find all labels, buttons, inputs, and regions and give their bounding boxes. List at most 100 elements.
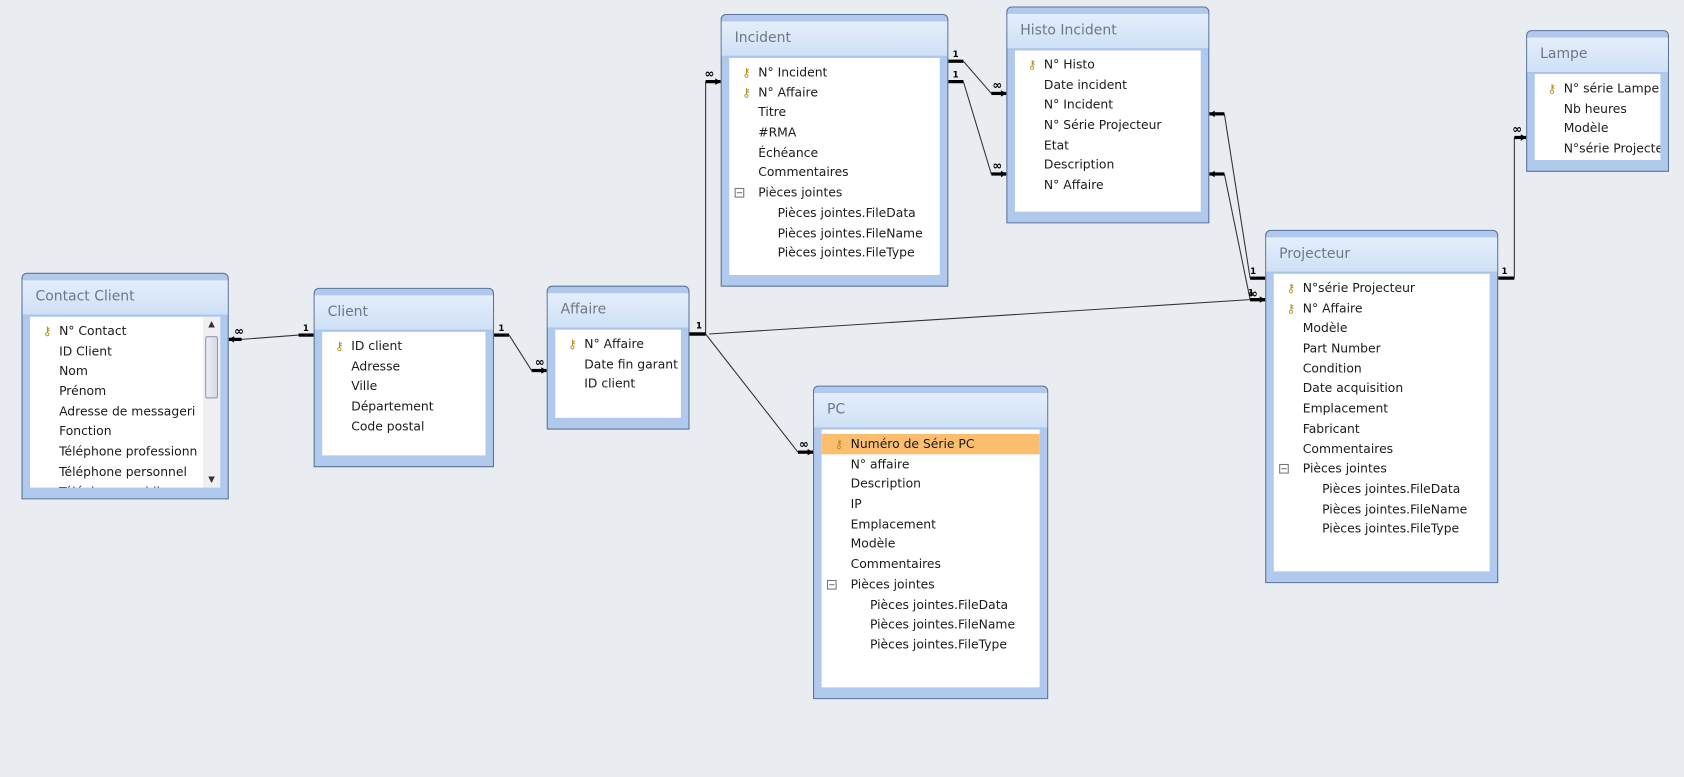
field-item[interactable]: Pièces jointes.FileType <box>1274 519 1490 539</box>
field-name: N°série Projecteur <box>1563 140 1661 156</box>
field-name: N° série Lampe <box>1563 80 1660 96</box>
field-item[interactable]: Prénom <box>30 381 220 401</box>
vertical-scrollbar[interactable]: ▲ ▼ <box>202 316 221 488</box>
field-name: Département <box>351 398 434 414</box>
table-pc[interactable]: PC ⚷ Numéro de Série PC N° affaire Descripti… <box>813 385 1049 700</box>
field-item[interactable]: Ville <box>322 376 485 396</box>
field-name: N° Série Projecteur <box>1043 117 1162 133</box>
field-item[interactable]: ⚷ N° Affaire <box>1274 298 1490 318</box>
cardinality-one-label: 1 <box>1501 267 1507 277</box>
field-item[interactable]: Commentaires <box>822 554 1040 574</box>
table-histo[interactable]: Histo Incident ⚷ N° Histo Date incident N° I… <box>1006 6 1210 224</box>
field-item[interactable]: Département <box>322 396 485 416</box>
table-affaire[interactable]: Affaire ⚷ N° Affaire Date fin garant ID clie… <box>546 285 690 430</box>
field-item[interactable]: Code postal <box>322 416 485 436</box>
field-item[interactable]: ⚷ N° Incident <box>729 62 940 82</box>
field-item[interactable]: Pièces jointes.FileName <box>1274 499 1490 519</box>
table-title[interactable]: Client <box>314 295 493 331</box>
field-item[interactable]: Pièces jointes.FileData <box>1274 479 1490 499</box>
field-item[interactable]: Modèle <box>1274 318 1490 338</box>
field-item[interactable]: ID Client <box>30 341 220 361</box>
field-name: Téléphone professionn <box>59 443 198 459</box>
table-title[interactable]: PC <box>814 393 1048 429</box>
field-item[interactable]: ⚷ N° série Lampe <box>1535 78 1661 98</box>
scroll-thumb[interactable] <box>205 336 219 399</box>
field-item[interactable]: ⚷ N° Affaire <box>555 334 681 354</box>
collapse-icon[interactable]: − <box>826 579 837 590</box>
field-item[interactable]: Pièces jointes.FileName <box>729 223 940 243</box>
collapse-icon[interactable]: − <box>734 188 745 198</box>
field-name: N° Affaire <box>758 84 818 100</box>
collapse-icon[interactable]: − <box>1279 464 1289 474</box>
field-item[interactable]: Pièces jointes.FileName <box>822 615 1040 635</box>
field-item[interactable]: Emplacement <box>1274 399 1490 419</box>
field-item[interactable]: Téléphone mobile <box>30 482 220 488</box>
table-title[interactable]: Incident <box>721 21 948 57</box>
primary-key-icon: ⚷ <box>1547 81 1557 96</box>
field-item[interactable]: IP <box>822 494 1040 514</box>
field-item[interactable]: Modèle <box>1535 119 1661 139</box>
field-item[interactable]: Date fin garant <box>555 354 681 374</box>
field-item[interactable]: ⚷ N° Affaire <box>729 82 940 102</box>
field-item[interactable]: Adresse de messageri <box>30 401 220 421</box>
field-item[interactable]: Part Number <box>1274 338 1490 358</box>
field-item[interactable]: Pièces jointes.FileType <box>822 635 1040 655</box>
field-item[interactable]: Nb heures <box>1535 98 1661 118</box>
field-item[interactable]: N° affaire <box>822 454 1040 474</box>
field-item[interactable]: ⚷ ID client <box>322 336 485 356</box>
field-name: N°série Projecteur <box>1302 280 1416 296</box>
field-item[interactable]: ID client <box>555 374 681 394</box>
scroll-up-icon[interactable]: ▲ <box>203 317 220 332</box>
field-item[interactable]: Emplacement <box>822 514 1040 534</box>
field-item[interactable]: Description <box>822 474 1040 494</box>
field-item[interactable]: − Pièces jointes <box>729 183 940 203</box>
field-item[interactable]: Commentaires <box>1274 439 1490 459</box>
field-item[interactable]: Échéance <box>729 143 940 163</box>
field-item[interactable]: ⚷ N° Contact <box>30 321 220 341</box>
table-projecteur[interactable]: Projecteur ⚷ N°série Projecteur ⚷ N° Affaire… <box>1265 229 1499 584</box>
primary-key-icon: ⚷ <box>568 337 577 352</box>
table-title[interactable]: Lampe <box>1527 37 1668 74</box>
field-item[interactable]: Téléphone personnel <box>30 462 220 482</box>
field-item[interactable]: Pièces jointes.FileData <box>822 594 1040 614</box>
field-item[interactable]: Fabricant <box>1274 419 1490 439</box>
table-title[interactable]: Affaire <box>547 293 689 329</box>
field-item[interactable]: Pièces jointes.FileType <box>729 243 940 263</box>
table-title[interactable]: Histo Incident <box>1007 13 1209 50</box>
relationship-line <box>962 60 992 94</box>
table-title[interactable]: Projecteur <box>1266 237 1498 273</box>
field-item[interactable]: #RMA <box>729 123 940 143</box>
cardinality-one-label: 1 <box>953 70 959 80</box>
field-item[interactable]: Description <box>1015 155 1201 175</box>
field-item[interactable]: − Pièces jointes <box>1274 459 1490 479</box>
field-item[interactable]: Date incident <box>1015 75 1201 95</box>
field-item[interactable]: Nom <box>30 361 220 381</box>
table-client[interactable]: Client ⚷ ID client Adresse Ville Département C… <box>313 287 495 468</box>
field-item[interactable]: Etat <box>1015 135 1201 155</box>
field-item[interactable]: ⚷ Numéro de Série PC <box>821 433 1040 454</box>
field-item[interactable]: Commentaires <box>729 163 940 183</box>
field-item[interactable]: N°série Projecteur <box>1535 139 1661 159</box>
field-item[interactable]: Modèle <box>822 534 1040 554</box>
scroll-down-icon[interactable]: ▼ <box>203 473 220 488</box>
field-item[interactable]: − Pièces jointes <box>822 574 1040 594</box>
field-item[interactable]: Fonction <box>30 421 220 441</box>
table-contact[interactable]: Contact Client ⚷ N° Contact ID Client Nom Pré… <box>21 272 229 500</box>
field-item[interactable]: Adresse <box>322 356 485 376</box>
field-item[interactable]: N° Série Projecteur <box>1015 115 1201 135</box>
field-item[interactable]: Téléphone professionn <box>30 442 220 462</box>
field-item[interactable]: N° Incident <box>1015 95 1201 115</box>
field-name: Fonction <box>59 423 112 439</box>
field-item[interactable]: Date acquisition <box>1274 379 1490 399</box>
table-incident[interactable]: Incident ⚷ N° Incident ⚷ N° Affaire Titre #RMA… <box>720 13 949 287</box>
field-item[interactable]: N° Affaire <box>1015 175 1201 195</box>
field-name: Pièces jointes.FileName <box>777 225 923 241</box>
field-item[interactable]: Pièces jointes.FileData <box>729 203 940 223</box>
field-item[interactable]: Condition <box>1274 358 1490 378</box>
table-title[interactable]: Contact Client <box>22 280 228 316</box>
field-name: ID client <box>351 338 403 354</box>
field-item[interactable]: Titre <box>729 102 940 122</box>
field-item[interactable]: ⚷ N° Histo <box>1015 55 1201 75</box>
table-lampe[interactable]: Lampe ⚷ N° série Lampe Nb heures Modèle N°sér… <box>1526 30 1669 172</box>
field-item[interactable]: ⚷ N°série Projecteur <box>1274 278 1490 298</box>
